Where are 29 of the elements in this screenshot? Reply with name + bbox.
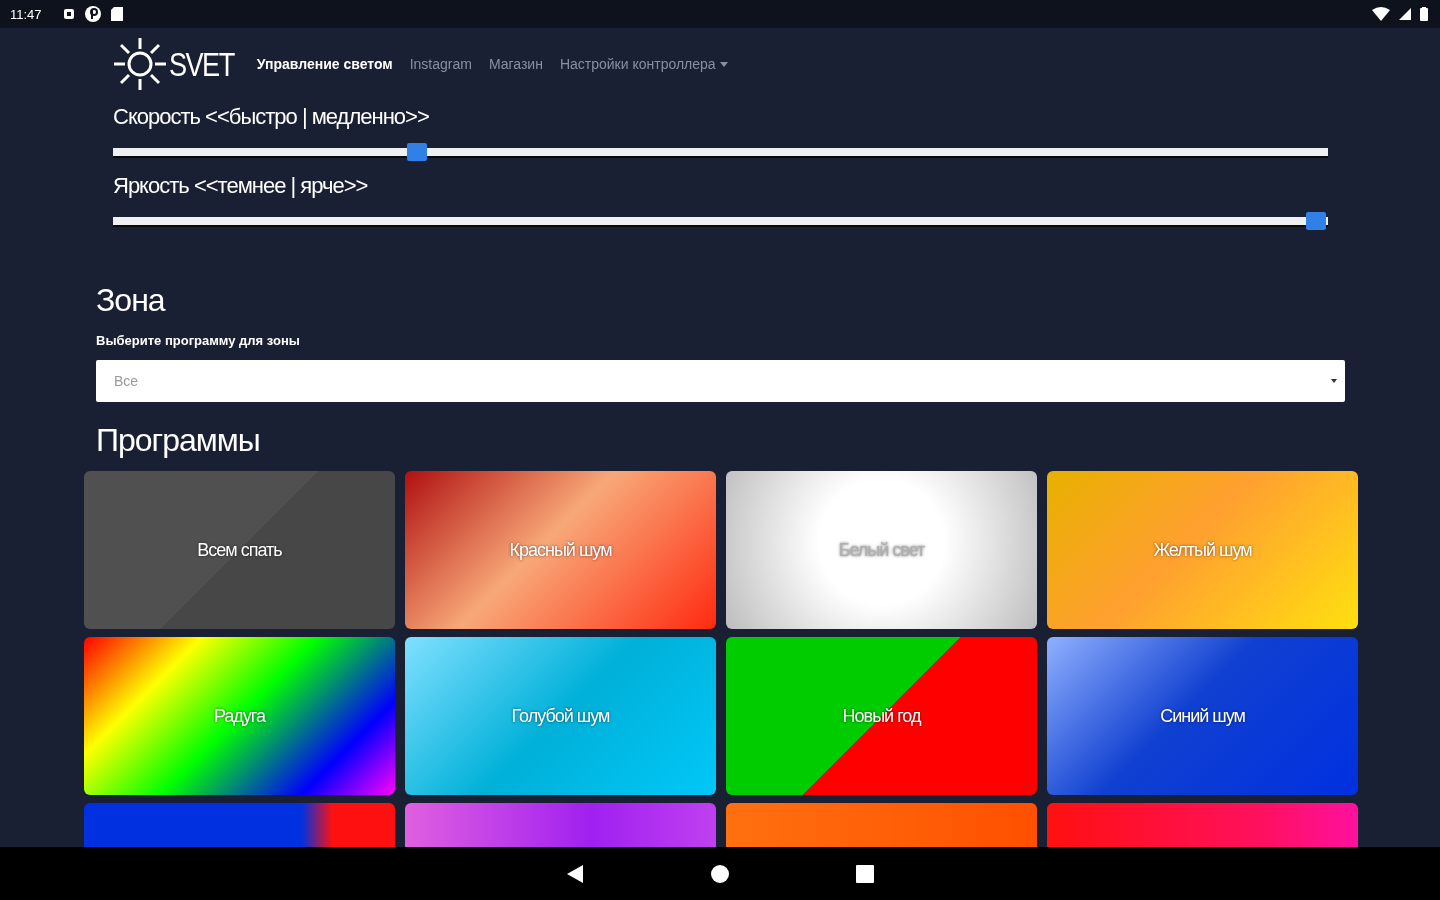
slider-thumb[interactable] [406,143,427,161]
home-icon[interactable] [710,863,730,884]
slider[interactable] [113,143,1328,161]
nav-link[interactable]: Магазин [488,56,543,72]
slider-label: Яркость <<темнее | ярче>> [113,173,369,199]
nav-link[interactable]: Настройки контроллера [559,56,728,72]
wifi-icon [1372,7,1390,21]
sun-icon [113,37,167,91]
nav-link[interactable]: Instagram [409,56,472,72]
slider[interactable] [113,212,1328,230]
section-title: Программы [96,422,261,459]
recents-icon[interactable] [855,863,875,884]
notification-icon [62,8,75,20]
slider-label: Скорость <<быстро | медленно>> [113,104,430,130]
battery-icon [1420,7,1428,21]
nav-link[interactable]: Управление светом [256,56,393,72]
slider-thumb[interactable] [1305,212,1326,230]
section-title: Зона [96,282,167,319]
notification-icon [83,5,102,23]
program-card[interactable]: Синий шум [1047,637,1358,795]
back-icon[interactable] [565,863,585,884]
brand-logo[interactable]: SVET [113,37,250,91]
signal-icon [1399,8,1411,20]
sd-card-icon [110,7,123,21]
field-label: Выберите программу для зоны [96,333,301,348]
program-card[interactable]: Всем спать [84,471,395,629]
clock: 11:47 [10,6,42,22]
caret-icon [1331,379,1337,383]
zone-select[interactable]: Все [96,360,1345,402]
